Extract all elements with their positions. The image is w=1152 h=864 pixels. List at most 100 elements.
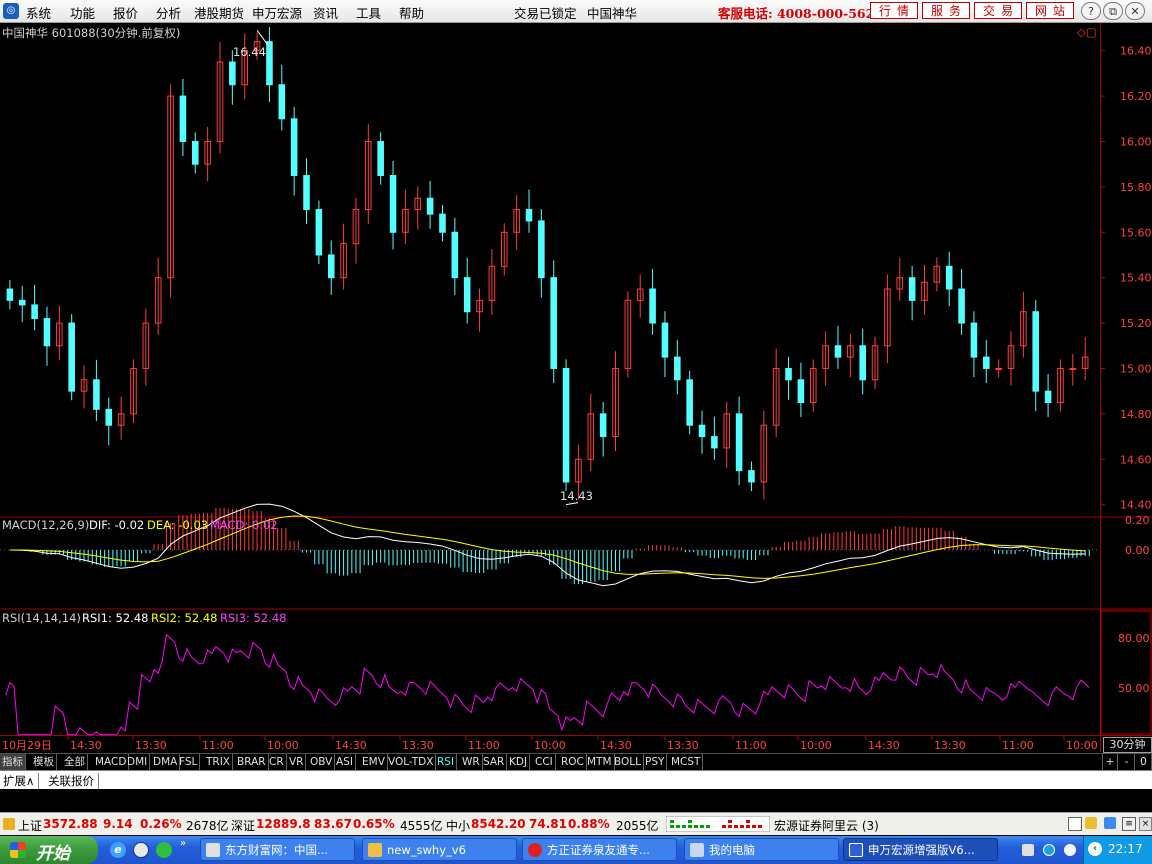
tab-asi[interactable]: ASI (334, 754, 356, 770)
macd-tick-label: 0.00 (1125, 544, 1150, 557)
rsi-axis-frame (1100, 610, 1152, 735)
tab-add-button[interactable]: + (1102, 754, 1118, 770)
tab-reset-button[interactable]: 0 (1136, 754, 1152, 770)
price-tick-label: 16.00 (1120, 135, 1152, 148)
tab-dmi[interactable]: DMI (125, 754, 151, 770)
candle-body (735, 413, 743, 472)
candle-body (834, 345, 842, 358)
candle-body (562, 367, 570, 483)
clock: 22:17 (1108, 842, 1143, 856)
tab-sar[interactable]: SAR (481, 754, 508, 770)
tab-all[interactable]: 全部 (62, 754, 88, 770)
menu-quote[interactable]: 报价 (113, 3, 138, 22)
pane-divider-2 (0, 608, 1152, 610)
task-founder-icon (528, 843, 542, 857)
tab-psy[interactable]: PSY (643, 754, 668, 770)
time-axis-label: 14:30 (868, 739, 900, 752)
candle-body (266, 41, 273, 86)
related-quote-tab[interactable]: 关联报价 (48, 773, 99, 789)
tab-cr[interactable]: CR (267, 754, 287, 770)
sh-index-value: 3572.88 (43, 817, 98, 831)
menu-tools[interactable]: 工具 (356, 3, 381, 22)
candle-body (983, 356, 990, 369)
ticker-close-icon[interactable]: × (1139, 817, 1152, 831)
tab-kdj[interactable]: KDJ (507, 754, 531, 770)
market-button[interactable]: 行情 (870, 2, 918, 19)
sz-index-name: 深证 (231, 819, 256, 833)
task-founder[interactable]: 方正证券泉友通专... (522, 838, 677, 861)
system-tray: ‹ 22:17 (1083, 836, 1152, 864)
tab-cci[interactable]: CCI (533, 754, 556, 770)
windows-taskbar: 开始 e » 东方财富网：中国... new_swhy_v6 方正证券泉友通专.… (0, 836, 1152, 864)
ticker-lock-icon[interactable] (1085, 817, 1097, 829)
tray-icon-2[interactable] (1043, 844, 1055, 856)
menu-function[interactable]: 功能 (70, 3, 95, 22)
website-button[interactable]: 网站 (1026, 2, 1074, 19)
tray-icon-1[interactable] (1022, 844, 1034, 856)
quicklaunch-more-icon[interactable]: » (180, 838, 186, 849)
tab-wr[interactable]: WR (460, 754, 483, 770)
price-tick-label: 16.40 (1120, 45, 1152, 58)
expand-tab[interactable]: 扩展∧ (3, 773, 40, 789)
time-axis-label: 14:30 (600, 739, 632, 752)
menu-analysis[interactable]: 分析 (156, 3, 181, 22)
tab-trix[interactable]: TRIX (204, 754, 233, 770)
tab-remove-button[interactable]: - (1119, 754, 1135, 770)
candle-body (686, 379, 693, 426)
tray-icon-3[interactable] (1064, 844, 1076, 856)
candle-body (463, 277, 471, 313)
help-window-icon[interactable]: ? (1081, 2, 1101, 20)
candle-body (192, 140, 199, 165)
tab-obv[interactable]: OBV (308, 754, 336, 770)
ticker-window-icon[interactable] (1068, 817, 1082, 831)
tab-macd[interactable]: MACD (93, 754, 130, 770)
candle-body (711, 436, 718, 449)
period-selector[interactable]: 30分钟 (1103, 737, 1152, 753)
tab-boll[interactable]: BOLL (612, 754, 644, 770)
task-eastmoney[interactable]: 东方财富网：中国... (200, 838, 355, 861)
ie-icon[interactable]: e (110, 842, 126, 858)
tab-vr[interactable]: VR (287, 754, 307, 770)
service-hotline: 客服电话: 4008-000-562 (718, 6, 875, 21)
menu-hk-futures[interactable]: 港股期货 (194, 3, 244, 22)
menu-system[interactable]: 系统 (26, 3, 51, 22)
close-window-icon[interactable]: ✕ (1125, 2, 1145, 20)
price-chart[interactable]: 16.40 16.20 16.00 15.80 15.60 15.40 15.20 15.00… (0, 23, 1152, 753)
tray-expand-icon[interactable]: ‹ (1088, 842, 1102, 856)
ticker-user-icon[interactable] (1104, 817, 1116, 829)
quicklaunch-icon-3[interactable] (156, 842, 172, 858)
time-axis-label: 14:30 (70, 739, 102, 752)
task-my-computer[interactable]: 我的电脑 (684, 838, 839, 861)
candle-body (958, 288, 965, 324)
zx-index-amount: 2055亿 (616, 819, 659, 833)
tab-dma[interactable]: DMA (151, 754, 181, 770)
macd-dif-line (9, 503, 1086, 587)
candle-body (748, 470, 755, 483)
tab-indicator[interactable]: 指标 (0, 754, 26, 770)
trade-button[interactable]: 交易 (974, 2, 1022, 19)
task-folder-label: new_swhy_v6 (387, 843, 466, 857)
menu-news[interactable]: 资讯 (313, 3, 338, 22)
tab-mtm[interactable]: MTM (585, 754, 615, 770)
candle-body (389, 175, 397, 233)
menu-help[interactable]: 帮助 (399, 3, 424, 22)
menu-swhy[interactable]: 申万宏源 (252, 3, 302, 22)
tab-emv[interactable]: EMV (360, 754, 388, 770)
tab-template[interactable]: 模板 (31, 754, 57, 770)
tab-roc[interactable]: ROC (559, 754, 587, 770)
tab-vol-tdx[interactable]: VOL-TDX (386, 754, 437, 770)
service-button[interactable]: 服务 (922, 2, 970, 19)
ticker-menu-icon[interactable]: ≡ (1122, 817, 1136, 831)
start-button[interactable]: 开始 (0, 836, 98, 864)
task-swhy-active[interactable]: 申万宏源增强版V6... (843, 838, 998, 861)
quicklaunch-icon-2[interactable] (133, 842, 149, 858)
rsi3-value: RSI3: 52.48 (220, 611, 287, 625)
price-tick-label: 15.80 (1120, 181, 1152, 194)
chart-corner-icons[interactable]: ◇▢ (1077, 25, 1097, 39)
restore-window-icon[interactable]: ⧉ (1103, 2, 1123, 20)
task-folder[interactable]: new_swhy_v6 (362, 838, 517, 861)
tab-fsl[interactable]: FSL (177, 754, 201, 770)
tab-brar[interactable]: BRAR (235, 754, 269, 770)
tab-mcst[interactable]: MCST (669, 754, 704, 770)
tab-rsi[interactable]: RSI (435, 754, 458, 770)
